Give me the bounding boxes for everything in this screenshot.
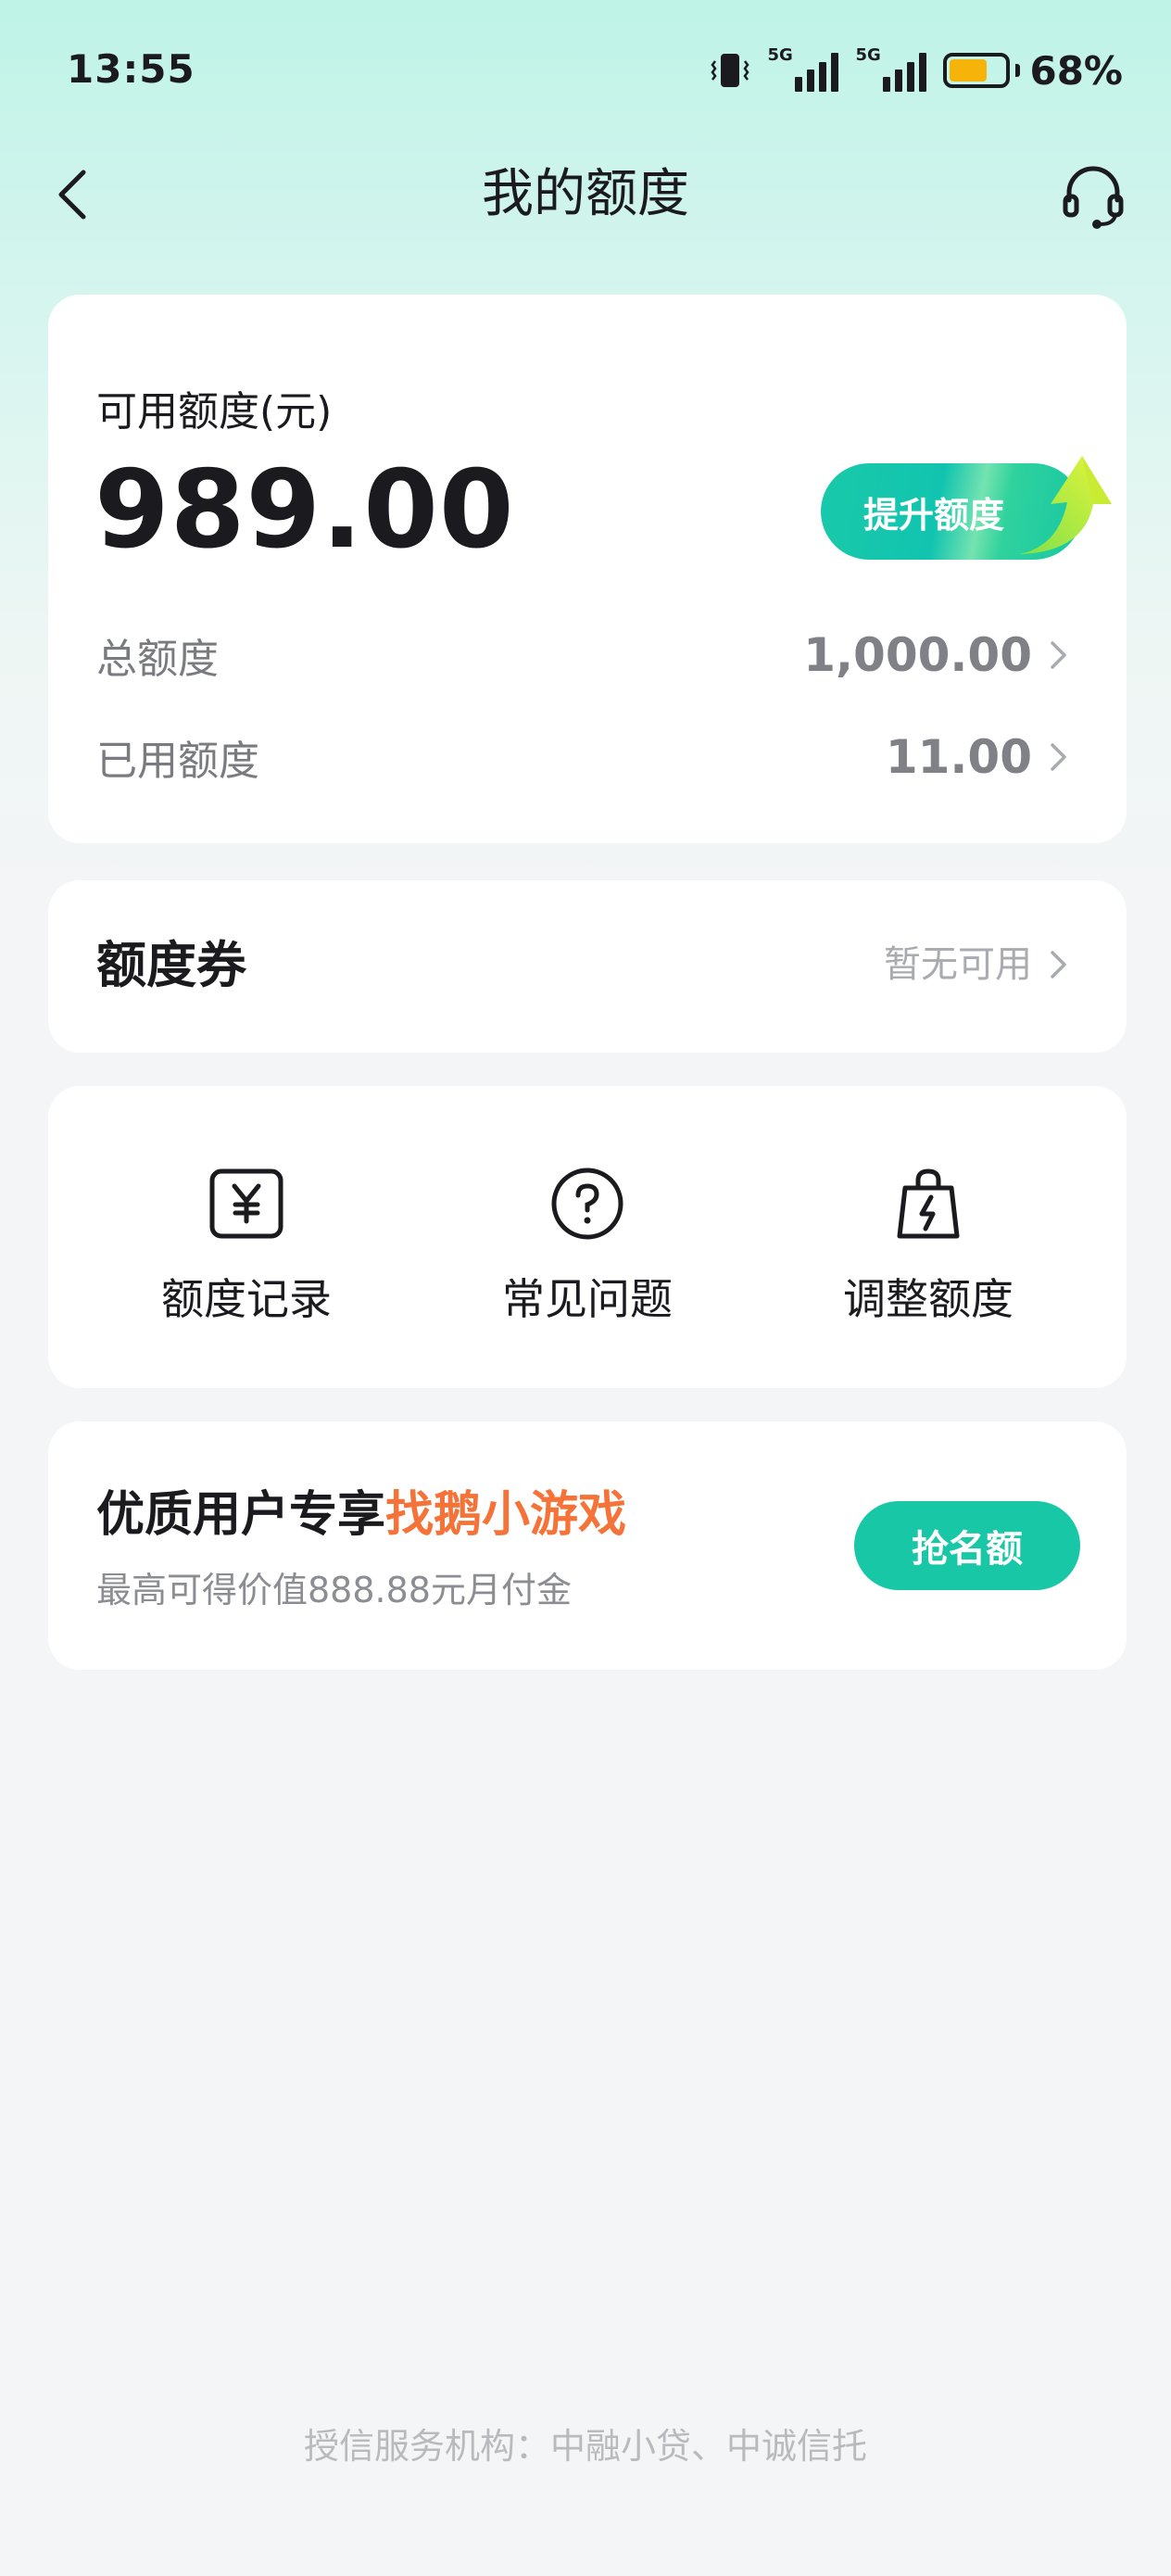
battery-icon: 68% bbox=[943, 48, 1123, 94]
signal-icon-1: 5G bbox=[767, 45, 839, 92]
quota-coupon-card[interactable]: 额度券 暂无可用 bbox=[48, 880, 1127, 1053]
action-quota-record[interactable]: 额度记录 bbox=[107, 1164, 385, 1327]
page-title: 我的额度 bbox=[482, 164, 689, 224]
status-time: 13:55 bbox=[67, 46, 195, 92]
status-icons: 5G 5G 68% bbox=[710, 46, 1123, 95]
action-adjust-quota[interactable]: 调整额度 bbox=[789, 1164, 1067, 1327]
status-bar: 13:55 5G 5G 68% bbox=[0, 0, 1171, 139]
up-arrow-icon bbox=[1019, 456, 1112, 554]
action-faq[interactable]: 常见问题 bbox=[448, 1164, 726, 1327]
network-type-1: 5G bbox=[767, 45, 793, 65]
promo-subtitle: 最高可得价值888.88元月付金 bbox=[96, 1570, 572, 1610]
battery-percent: 68% bbox=[1029, 47, 1123, 94]
question-circle-icon bbox=[551, 1168, 623, 1240]
available-quota-value: 989.00 bbox=[94, 448, 515, 573]
action-label: 额度记录 bbox=[161, 1274, 332, 1324]
quick-actions-card: 额度记录 常见问题 调整额度 bbox=[48, 1086, 1127, 1388]
coupon-status-text: 暂无可用 bbox=[884, 943, 1032, 986]
promo-title-prefix: 优质用户专享 bbox=[96, 1487, 386, 1543]
used-quota-row[interactable]: 已用额度 11.00 bbox=[96, 725, 1069, 789]
chevron-right-icon bbox=[1051, 743, 1066, 771]
lightning-bag-icon bbox=[897, 1168, 960, 1239]
total-quota-label: 总额度 bbox=[96, 636, 219, 683]
footer-credit-institutions: 授信服务机构：中融小贷、中诚信托 bbox=[303, 2426, 867, 2467]
network-type-2: 5G bbox=[855, 45, 881, 65]
promo-card: 优质用户专享找鹅小游戏 最高可得价值888.88元月付金 抢名额 bbox=[48, 1421, 1127, 1670]
total-quota-row[interactable]: 总额度 1,000.00 bbox=[96, 623, 1069, 688]
vibrate-icon bbox=[711, 54, 750, 87]
quota-card: 可用额度(元) 989.00 提升额度 总额度 1,000.00 已用额度 11… bbox=[48, 295, 1127, 843]
used-quota-label: 已用额度 bbox=[96, 738, 259, 785]
total-quota-value: 1,000.00 bbox=[803, 628, 1032, 682]
promo-title: 优质用户专享找鹅小游戏 bbox=[96, 1483, 626, 1547]
coupon-status: 暂无可用 bbox=[884, 941, 1069, 988]
raise-quota-label: 提升额度 bbox=[863, 494, 1005, 536]
available-quota-label: 可用额度(元) bbox=[96, 388, 333, 436]
chevron-right-icon bbox=[1051, 641, 1066, 669]
chevron-right-icon bbox=[1051, 951, 1066, 979]
headset-icon[interactable] bbox=[1056, 159, 1130, 234]
action-label: 常见问题 bbox=[502, 1274, 673, 1324]
yen-receipt-icon bbox=[209, 1168, 283, 1239]
promo-title-highlight: 找鹅小游戏 bbox=[385, 1487, 627, 1543]
signal-icon-2: 5G bbox=[855, 45, 927, 92]
battery-level-fill bbox=[950, 59, 987, 82]
nav-bar: 我的额度 bbox=[0, 139, 1171, 250]
coupon-title: 额度券 bbox=[96, 936, 246, 994]
used-quota-value: 11.00 bbox=[885, 730, 1032, 784]
grab-spot-button[interactable]: 抢名额 bbox=[854, 1501, 1080, 1590]
action-label: 调整额度 bbox=[843, 1274, 1014, 1324]
